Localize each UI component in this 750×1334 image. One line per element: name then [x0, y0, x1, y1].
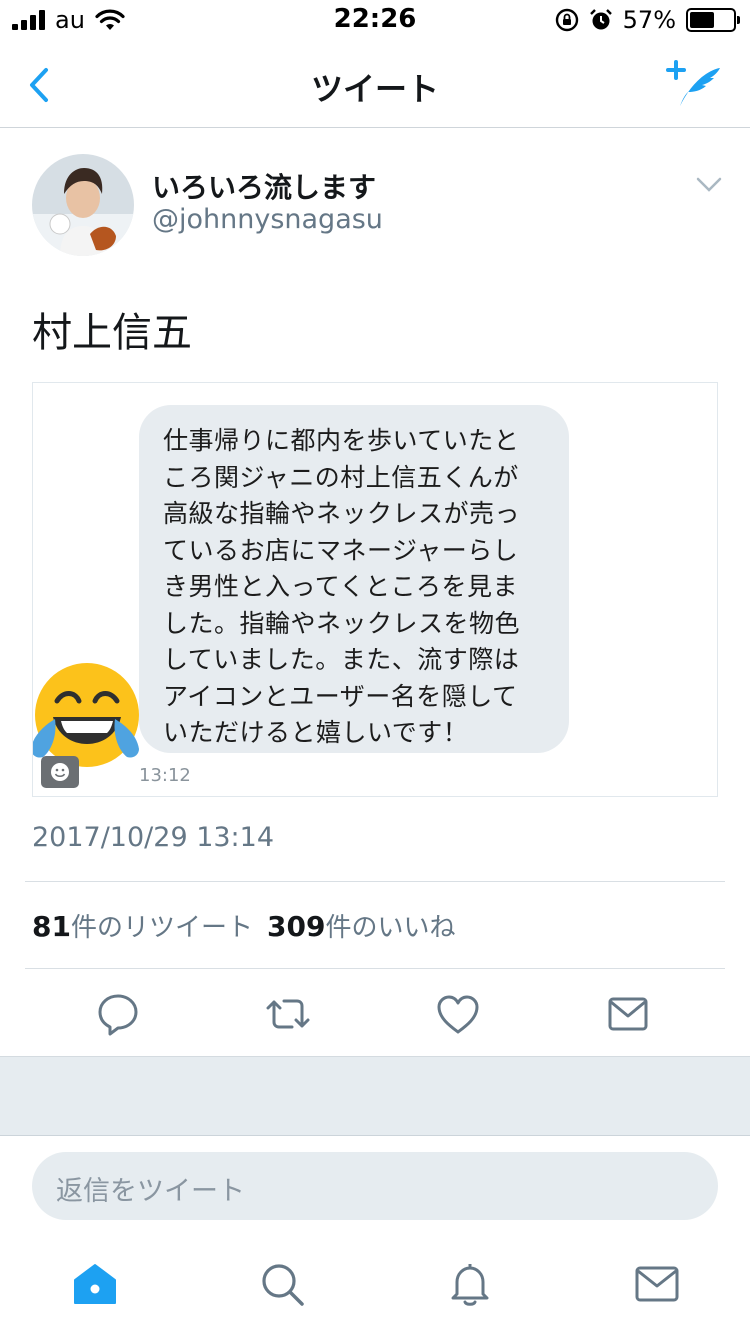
tweet-actions	[0, 990, 750, 1038]
navigation-bar: ツイート	[0, 42, 750, 128]
status-bar: au 22:26 57%	[0, 0, 750, 42]
bubble-line: 仕事帰りに都内を歩いていたと	[163, 426, 520, 455]
tweet-timestamp: 2017/10/29 13:14	[32, 822, 275, 853]
bubble-line: アイコンとユーザー名を隠して	[163, 681, 518, 711]
chevron-down-icon[interactable]	[696, 176, 722, 194]
like-icon[interactable]	[434, 990, 482, 1038]
reply-placeholder: 返信をツイート	[56, 1176, 245, 1207]
battery-percent: 57%	[622, 6, 676, 34]
user-handle[interactable]: @johnnysnagasu	[152, 204, 383, 235]
bubble-line: ているお店にマネージャーらし	[163, 535, 519, 565]
tab-bar	[0, 1248, 750, 1334]
bubble-line: ころ関ジャニの村上信五くんが	[163, 462, 519, 492]
bubble-line: き男性と入ってくところを見ま	[163, 572, 519, 601]
retweet-count: 81	[32, 910, 71, 943]
battery-icon	[686, 8, 740, 32]
reply-icon[interactable]	[94, 990, 142, 1038]
messages-icon[interactable]	[632, 1260, 682, 1308]
chat-bubble: 仕事帰りに都内を歩いていたと ころ関ジャニの村上信五くんが 高級な指輪やネックレ…	[139, 405, 569, 753]
divider	[25, 968, 725, 969]
divider	[25, 881, 725, 882]
avatar[interactable]	[32, 154, 134, 256]
like-label: 件のいいね	[325, 913, 456, 943]
display-name[interactable]: いろいろ流します	[152, 166, 376, 206]
orientation-lock-icon	[555, 8, 578, 32]
tweet-media[interactable]: 仕事帰りに都内を歩いていたと ころ関ジャニの村上信五くんが 高級な指輪やネックレ…	[32, 382, 718, 797]
like-count: 309	[266, 910, 326, 943]
like-stat[interactable]: 309件のいいね	[267, 907, 455, 944]
bubble-time: 13:12	[139, 765, 191, 786]
retweet-stat[interactable]: 81件のリツイート	[32, 907, 253, 944]
tweet-stats: 81件のリツイート 309件のいいね	[32, 907, 455, 944]
page-title: ツイート	[310, 70, 439, 108]
home-icon[interactable]	[70, 1260, 120, 1308]
bubble-line: した。指輪やネックレスを物色	[163, 608, 521, 638]
sticker-badge[interactable]	[41, 756, 79, 788]
notifications-icon[interactable]	[445, 1260, 495, 1308]
bubble-line: いただけると嬉しいです！	[163, 718, 469, 747]
direct-message-icon[interactable]	[604, 990, 652, 1038]
retweet-icon[interactable]	[264, 990, 312, 1038]
separator-band	[0, 1056, 750, 1136]
retweet-label: 件のリツイート	[70, 913, 253, 943]
compose-tweet-icon[interactable]	[666, 60, 722, 110]
battery-fill	[690, 12, 714, 28]
search-icon[interactable]	[258, 1260, 308, 1308]
alarm-icon	[589, 9, 612, 30]
bubble-line: していました。また、流す際は	[163, 645, 520, 674]
status-right: 57%	[555, 6, 740, 34]
bubble-line: 高級な指輪やネックレスが売っ	[163, 499, 521, 528]
reply-input[interactable]: 返信をツイート	[32, 1152, 718, 1220]
tweet-text: 村上信五	[32, 310, 192, 356]
smiley-icon	[51, 763, 69, 781]
